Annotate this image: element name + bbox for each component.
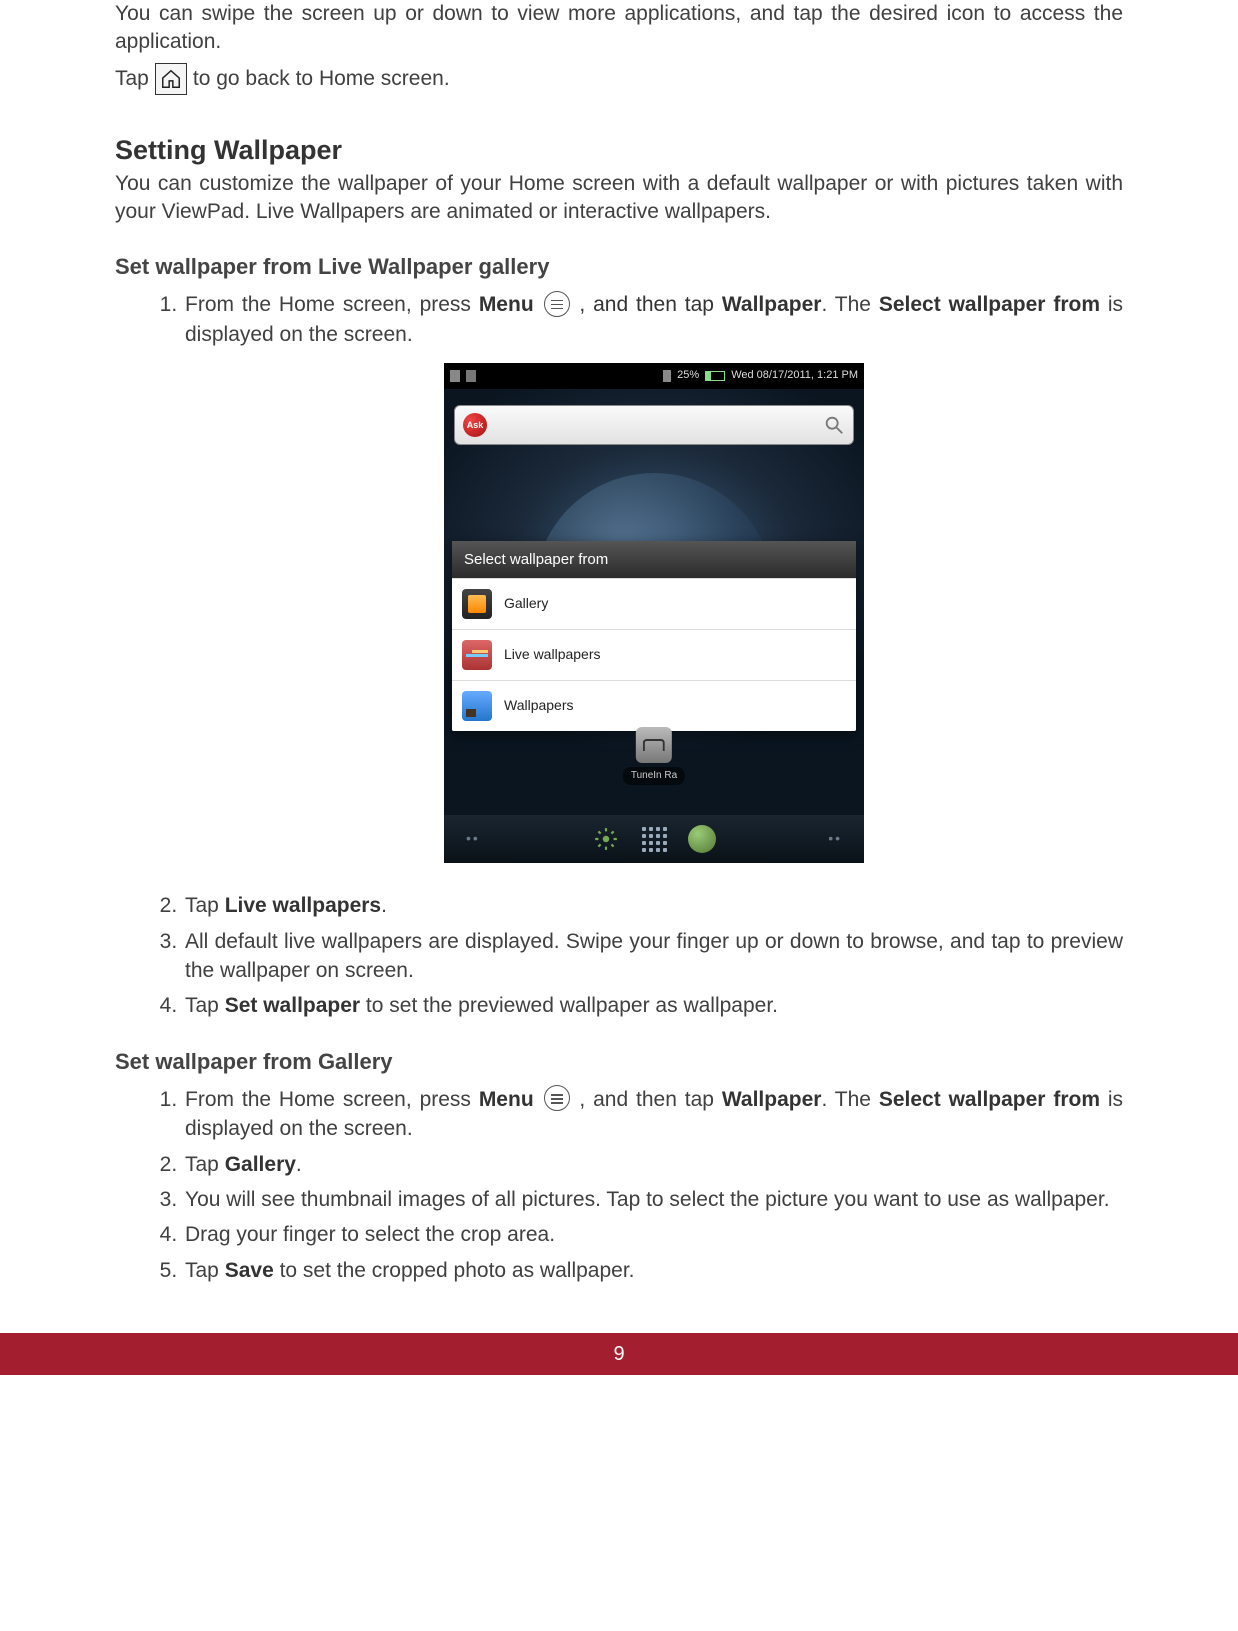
t: to set the previewed wallpaper as wallpa… [360, 994, 778, 1017]
browser-button[interactable] [687, 824, 717, 854]
sub2-steps: From the Home screen, press Menu , and t… [115, 1085, 1123, 1285]
status-datetime: Wed 08/17/2011, 1:21 PM [731, 368, 858, 383]
nav-bar: •• •• [444, 815, 864, 863]
intro-swipe-text: You can swipe the screen up or down to v… [115, 0, 1123, 57]
sub2-title: Set wallpaper from Gallery [115, 1049, 1123, 1075]
dialog-item-wallpapers[interactable]: Wallpapers [452, 680, 856, 731]
t: , and then tap [572, 293, 722, 316]
t: Tap [185, 994, 225, 1017]
debug-icon [466, 370, 476, 382]
search-input[interactable] [495, 412, 815, 438]
t: Wallpaper [722, 293, 822, 316]
menu-icon [544, 1085, 570, 1111]
t: . The [821, 293, 878, 316]
t: Tap [185, 894, 225, 917]
t: Save [225, 1259, 274, 1282]
t: Menu [479, 293, 534, 316]
page-footer: 9 [0, 1333, 1238, 1375]
menu-icon [544, 291, 570, 317]
select-wallpaper-dialog: Select wallpaper from Gallery Live wallp… [452, 541, 856, 731]
t: Menu [479, 1088, 534, 1111]
t: Tap [185, 1153, 225, 1176]
settings-button[interactable] [591, 824, 621, 854]
search-provider-badge: Ask [463, 413, 487, 437]
dialog-item-live-wallpapers[interactable]: Live wallpapers [452, 629, 856, 680]
t: Set wallpaper [225, 994, 360, 1017]
t: From the Home screen, press [185, 1088, 479, 1111]
search-icon[interactable] [823, 414, 845, 436]
dialog-item-label: Live wallpapers [504, 645, 601, 665]
volume-icon [663, 370, 671, 382]
live-wallpapers-icon [462, 640, 492, 670]
t: Live wallpapers [225, 894, 381, 917]
t: Select wallpaper from [879, 1088, 1100, 1111]
page-indicator-right[interactable]: •• [828, 829, 842, 849]
app-label: TuneIn Ra [623, 767, 685, 785]
usb-icon [450, 370, 460, 382]
sub1-step1: From the Home screen, press Menu , and t… [183, 290, 1123, 863]
wallpapers-icon [462, 691, 492, 721]
section-desc: You can customize the wallpaper of your … [115, 170, 1123, 227]
tap-suffix: to go back to Home screen. [193, 65, 450, 93]
globe-icon [688, 825, 716, 853]
t: Wallpaper [722, 1088, 822, 1111]
t: From the Home screen, press [185, 293, 479, 316]
sub1-steps: From the Home screen, press Menu , and t… [115, 290, 1123, 1020]
sub2-step4: Drag your finger to select the crop area… [183, 1220, 1123, 1249]
gallery-icon [462, 589, 492, 619]
sub1-title: Set wallpaper from Live Wallpaper galler… [115, 254, 1123, 280]
sub2-step1: From the Home screen, press Menu , and t… [183, 1085, 1123, 1144]
dialog-item-label: Wallpapers [504, 696, 574, 716]
t: Gallery [225, 1153, 296, 1176]
sub1-step4: Tap Set wallpaper to set the previewed w… [183, 991, 1123, 1020]
apps-button[interactable] [639, 824, 669, 854]
battery-icon [705, 371, 725, 381]
dialog-title: Select wallpaper from [452, 541, 856, 578]
sub2-step2: Tap Gallery. [183, 1150, 1123, 1179]
section-title: Setting Wallpaper [115, 135, 1123, 166]
battery-percent: 25% [677, 368, 699, 383]
sub2-step5: Tap Save to set the cropped photo as wal… [183, 1256, 1123, 1285]
tap-prefix: Tap [115, 65, 149, 93]
t: to set the cropped photo as wallpaper. [274, 1259, 635, 1282]
sub1-step3: All default live wallpapers are displaye… [183, 927, 1123, 986]
t: . The [821, 1088, 878, 1111]
device-screenshot: 25% Wed 08/17/2011, 1:21 PM Ask [444, 363, 864, 863]
search-bar[interactable]: Ask [454, 405, 854, 445]
sub1-step2: Tap Live wallpapers. [183, 891, 1123, 920]
app-shortcut[interactable]: TuneIn Ra [623, 727, 685, 785]
dialog-item-label: Gallery [504, 594, 548, 614]
page-indicator-left[interactable]: •• [466, 829, 480, 849]
home-icon [155, 63, 187, 95]
t: Tap [185, 1259, 225, 1282]
tunein-icon [636, 727, 672, 763]
tap-home-line: Tap to go back to Home screen. [115, 63, 1123, 95]
sub2-step3: You will see thumbnail images of all pic… [183, 1185, 1123, 1214]
t: Select wallpaper from [879, 293, 1100, 316]
dialog-item-gallery[interactable]: Gallery [452, 578, 856, 629]
status-bar: 25% Wed 08/17/2011, 1:21 PM [444, 363, 864, 389]
screenshot-container: 25% Wed 08/17/2011, 1:21 PM Ask [185, 363, 1123, 863]
t: . [381, 894, 387, 917]
t: , and then tap [572, 1088, 722, 1111]
t: . [296, 1153, 302, 1176]
page-number: 9 [613, 1343, 624, 1366]
